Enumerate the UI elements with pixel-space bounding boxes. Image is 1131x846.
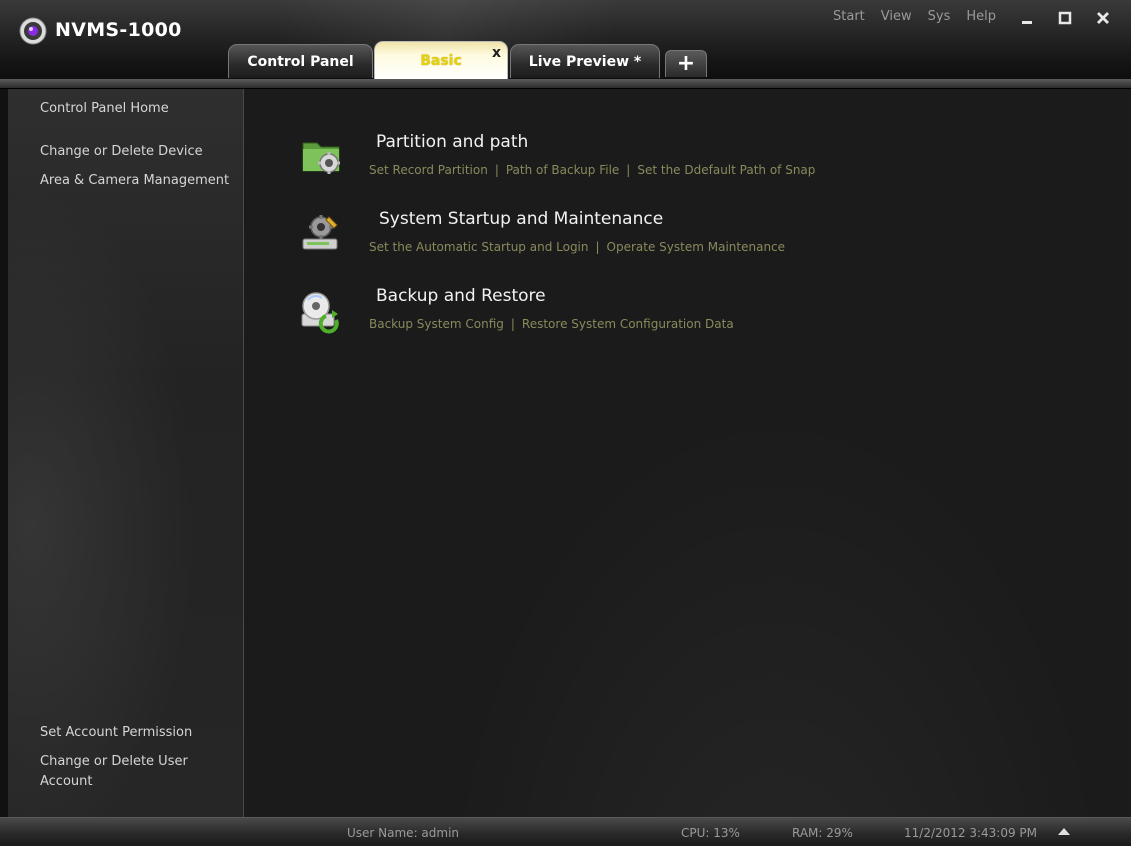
menu-view[interactable]: View [881, 9, 912, 24]
menu-help[interactable]: Help [966, 9, 996, 24]
section-title-partition-path: Partition and path [376, 132, 529, 152]
link-automatic-startup-login[interactable]: Set the Automatic Startup and Login [369, 240, 589, 254]
status-user: User Name: admin [347, 826, 460, 840]
status-cpu: CPU: 13% [681, 826, 740, 840]
section-links-backup-restore: Backup System Config | Restore System Conf… [369, 317, 734, 331]
link-separator: | [595, 240, 600, 254]
section-title-system-startup: System Startup and Maintenance [379, 209, 664, 229]
maximize-button[interactable] [1048, 6, 1082, 30]
sidebar-item-change-delete-user-account[interactable]: Change or Delete User Account [40, 752, 220, 792]
disc-restore-icon [301, 292, 339, 334]
add-tab-button[interactable]: + [665, 50, 707, 77]
title-bar: NVMS-1000 Start View Sys Help Control Pa… [0, 0, 1131, 89]
camera-logo-icon [19, 17, 47, 45]
sidebar: Control Panel Home Change or Delete Devi… [8, 89, 244, 817]
minimize-button[interactable] [1010, 6, 1044, 30]
plus-icon: + [676, 51, 696, 76]
link-separator: | [510, 317, 515, 331]
left-edge [0, 89, 8, 817]
link-default-path-of-snap[interactable]: Set the Ddefault Path of Snap [637, 163, 815, 177]
window-controls [1010, 6, 1120, 30]
link-path-of-backup-file[interactable]: Path of Backup File [506, 163, 619, 177]
close-button[interactable] [1086, 6, 1120, 30]
sidebar-item-set-account-permission[interactable]: Set Account Permission [40, 723, 192, 743]
menu-start[interactable]: Start [833, 9, 865, 24]
tab-control-panel[interactable]: Control Panel [228, 44, 373, 78]
menu-sys[interactable]: Sys [928, 9, 951, 24]
sidebar-item-change-delete-device[interactable]: Change or Delete Device [40, 142, 203, 162]
folder-gear-icon [302, 142, 340, 174]
tab-close-icon[interactable]: x [492, 45, 501, 61]
link-backup-system-config[interactable]: Backup System Config [369, 317, 504, 331]
tab-control-panel-label: Control Panel [247, 53, 354, 70]
link-separator: | [626, 163, 631, 177]
status-ram: RAM: 29% [792, 826, 853, 840]
app-title: NVMS-1000 [55, 19, 182, 41]
sidebar-item-area-camera-management[interactable]: Area & Camera Management [40, 171, 229, 191]
expand-up-arrow-icon[interactable] [1058, 828, 1070, 835]
section-links-system-startup: Set the Automatic Startup and Login | Oper… [369, 240, 785, 254]
section-title-backup-restore: Backup and Restore [376, 286, 546, 306]
sidebar-item-control-panel-home[interactable]: Control Panel Home [40, 99, 169, 119]
tab-live-preview-label: Live Preview * [528, 53, 642, 70]
close-icon [1097, 12, 1109, 24]
maximize-icon [1058, 11, 1072, 25]
status-datetime: 11/2/2012 3:43:09 PM [904, 826, 1038, 840]
tab-basic[interactable]: Basic x [374, 41, 508, 79]
tab-basic-label: Basic [420, 52, 462, 69]
link-set-record-partition[interactable]: Set Record Partition [369, 163, 488, 177]
main-menu: Start View Sys Help [833, 9, 996, 24]
link-operate-system-maintenance[interactable]: Operate System Maintenance [607, 240, 785, 254]
tab-live-preview[interactable]: Live Preview * [510, 44, 660, 78]
tools-gear-icon [302, 215, 338, 250]
link-restore-system-config-data[interactable]: Restore System Configuration Data [522, 317, 734, 331]
minimize-icon [1022, 21, 1032, 24]
section-links-partition-path: Set Record Partition | Path of Backup File… [369, 163, 815, 177]
main-content: Partition and path Set Record Partition |… [244, 89, 1131, 817]
link-separator: | [494, 163, 499, 177]
status-bar: User Name: admin CPU: 13% RAM: 29% 11/2/… [0, 817, 1131, 846]
